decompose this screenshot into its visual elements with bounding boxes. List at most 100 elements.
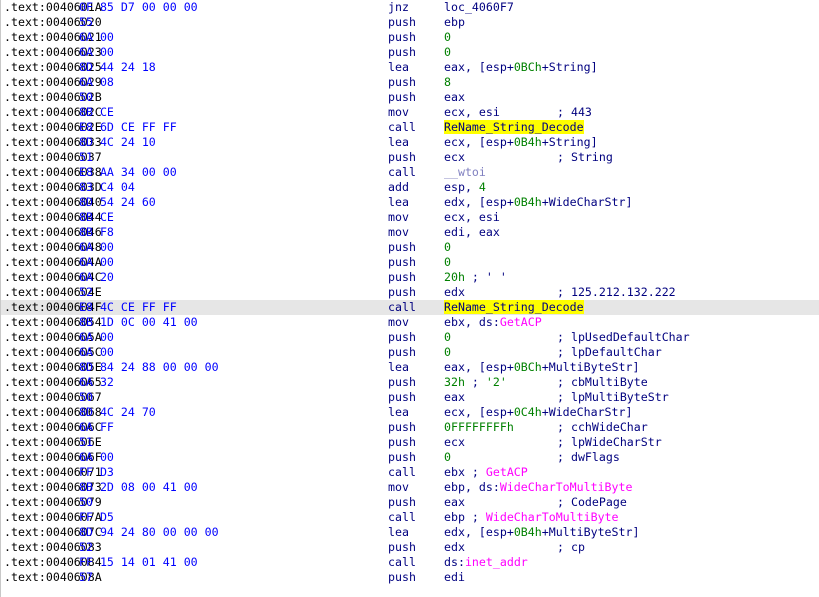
mnemonic: call	[388, 510, 416, 524]
instruction-line[interactable]: .text:00406065 6A 32 push 32h ; '2'; cbMult…	[1, 375, 819, 390]
opcode-bytes: 52	[79, 285, 93, 299]
instruction-line[interactable]: .text:0040602B 50 push eax	[1, 90, 819, 105]
instruction-line[interactable]: .text:00406044 8B CE mov ecx, esi	[1, 210, 819, 225]
instruction-line[interactable]: .text:00406040 8D 54 24 60 lea edx, [esp+0B…	[1, 195, 819, 210]
instruction-line[interactable]: .text:0040603D 83 C4 04 add esp, 4	[1, 180, 819, 195]
operand-number: 20h	[444, 270, 465, 284]
operand-highlighted-symbol[interactable]: ReName_String_Decode	[444, 120, 584, 134]
instruction-line[interactable]: .text:0040608A 57 push edi	[1, 570, 819, 585]
instruction-line[interactable]: .text:00406025 8D 44 24 18 lea eax, [esp+0B…	[1, 60, 819, 75]
instruction-line[interactable]: .text:0040606E 51 push ecx; lpWideCharStr	[1, 435, 819, 450]
instruction-line[interactable]: .text:00406029 6A 08 push 8	[1, 75, 819, 90]
mnemonic: push	[388, 345, 416, 359]
instruction-line[interactable]: .text:00406084 FF 15 14 01 41 00 call ds:in…	[1, 555, 819, 570]
instruction-line[interactable]: .text:00406023 6A 00 push 0	[1, 45, 819, 60]
mnemonic: mov	[388, 315, 409, 329]
instruction-line[interactable]: .text:00406038 E8 AA 34 00 00 call __wtoi	[1, 165, 819, 180]
operand-number: 4	[478, 180, 486, 194]
operand-import[interactable]: WideCharToMultiByte	[486, 510, 619, 524]
instruction-line[interactable]: .text:0040601A 0F 85 D7 00 00 00 jnz loc_40…	[1, 0, 819, 15]
instruction-line[interactable]: .text:0040604C 6A 20 push 20h ; ' '	[1, 270, 819, 285]
operands: eax	[444, 390, 465, 405]
mnemonic: push	[388, 435, 416, 449]
opcode-bytes: 8B CE	[79, 210, 114, 224]
current-instruction-line[interactable]: .text:0040604F E8 4C CE FF FF call ReName_S…	[1, 300, 819, 315]
instruction-line[interactable]: .text:00406079 50 push eax; CodePage	[1, 495, 819, 510]
operands: ds:inet_addr	[444, 555, 528, 570]
comment: ; dwFlags	[557, 450, 620, 464]
mnemonic: lea	[388, 405, 409, 419]
instruction-line[interactable]: .text:00406068 8D 4C 24 70 lea ecx, [esp+0C…	[1, 405, 819, 420]
instruction-line[interactable]: .text:00406020 55 push ebp	[1, 15, 819, 30]
operand-text: ecx	[444, 435, 465, 449]
instruction-line[interactable]: .text:00406046 8B F8 mov edi, eax	[1, 225, 819, 240]
mnemonic: jnz	[388, 0, 409, 14]
instruction-line[interactable]: .text:0040606C 6A FF push 0FFFFFFFFh; cchWi…	[1, 420, 819, 435]
instruction-line[interactable]: .text:0040605A 6A 00 push 0; lpUsedDefaultC…	[1, 330, 819, 345]
instruction-line[interactable]: .text:00406071 FF D3 call ebx ; GetACP	[1, 465, 819, 480]
operand-number: 0	[444, 450, 451, 464]
operands: ebx, ds:GetACP	[444, 315, 542, 330]
operand-number: 0	[444, 345, 451, 359]
mnemonic: push	[388, 285, 416, 299]
opcode-bytes: 8D 54 24 60	[79, 195, 156, 209]
mnemonic: push	[388, 450, 416, 464]
operand-text: edx, [esp+	[444, 525, 514, 539]
instruction-line[interactable]: .text:0040606F 6A 00 push 0; dwFlags	[1, 450, 819, 465]
mnemonic: lea	[388, 360, 409, 374]
opcode-bytes: 8B 1D 0C 00 41 00	[79, 315, 198, 329]
operand-import[interactable]: GetACP	[500, 315, 542, 329]
mnemonic: call	[388, 300, 416, 314]
instruction-line[interactable]: .text:0040607C 8D 94 24 80 00 00 00 lea edx…	[1, 525, 819, 540]
instruction-line[interactable]: .text:00406033 8D 4C 24 10 lea ecx, [esp+0B…	[1, 135, 819, 150]
operand-highlighted-symbol[interactable]: ReName_String_Decode	[444, 300, 584, 314]
operand-text: ecx, [esp+	[444, 135, 514, 149]
opcode-bytes: 6A 00	[79, 240, 114, 254]
instruction-line[interactable]: .text:00406083 52 push edx; cp	[1, 540, 819, 555]
operand-text: edi	[444, 570, 465, 584]
instruction-line[interactable]: .text:0040607A FF D5 call ebp ; WideCharToM…	[1, 510, 819, 525]
operands: edi, eax	[444, 225, 500, 240]
opcode-bytes: 6A 32	[79, 375, 114, 389]
operand-import[interactable]: inet_addr	[465, 555, 528, 569]
instruction-line[interactable]: .text:0040605E 8D 84 24 88 00 00 00 lea eax…	[1, 360, 819, 375]
operand-library-call[interactable]: __wtoi	[444, 165, 486, 179]
opcode-bytes: 6A FF	[79, 420, 114, 434]
operand-number: '2'	[485, 375, 507, 389]
instruction-line[interactable]: .text:0040605C 6A 00 push 0; lpDefaultChar	[1, 345, 819, 360]
instruction-line[interactable]: .text:0040602E E8 6D CE FF FF call ReName_S…	[1, 120, 819, 135]
operand-number: 0B4h	[513, 525, 542, 539]
disassembly-listing[interactable]: .text:0040601A 0F 85 D7 00 00 00 jnz loc_40…	[0, 0, 819, 597]
operand-text: ecx, esi	[444, 105, 500, 119]
instruction-line[interactable]: .text:00406054 8B 1D 0C 00 41 00 mov ebx, d…	[1, 315, 819, 330]
comment: ; cbMultiByte	[557, 375, 648, 389]
operand-text: +MultiByteStr]	[541, 525, 640, 539]
operand-import[interactable]: GetACP	[486, 465, 528, 479]
operand-import[interactable]: WideCharToMultiByte	[500, 480, 633, 494]
instruction-line[interactable]: .text:0040604A 6A 00 push 0	[1, 255, 819, 270]
comment: ; 125.212.132.222	[557, 285, 676, 299]
mnemonic: lea	[388, 195, 409, 209]
instruction-line[interactable]: .text:00406037 51 push ecx; String	[1, 150, 819, 165]
instruction-line[interactable]: .text:00406067 50 push eax; lpMultiByteStr	[1, 390, 819, 405]
instruction-line[interactable]: .text:00406048 6A 00 push 0	[1, 240, 819, 255]
operand-text: ebp	[444, 15, 465, 29]
operand-text: esp,	[444, 180, 479, 194]
operand-number: 32h	[444, 375, 465, 389]
comment: ; cp	[557, 540, 585, 554]
instruction-line[interactable]: .text:00406021 6A 00 push 0	[1, 30, 819, 45]
operand-symbol[interactable]: loc_4060F7	[444, 0, 514, 14]
operand-text: eax, [esp+	[444, 360, 514, 374]
operand-number: 0	[444, 330, 451, 344]
mnemonic: push	[388, 30, 416, 44]
operand-text: ; ' '	[464, 270, 507, 284]
operands: edx	[444, 540, 465, 555]
instruction-line[interactable]: .text:0040604E 52 push edx; 125.212.132.222	[1, 285, 819, 300]
operands: 0	[444, 345, 451, 360]
mnemonic: push	[388, 45, 416, 59]
opcode-bytes: 8D 4C 24 10	[79, 135, 156, 149]
mnemonic: push	[388, 495, 416, 509]
opcode-bytes: E8 AA 34 00 00	[79, 165, 177, 179]
instruction-line[interactable]: .text:0040602C 8B CE mov ecx, esi; 443	[1, 105, 819, 120]
instruction-line[interactable]: .text:00406073 8B 2D 08 00 41 00 mov ebp, d…	[1, 480, 819, 495]
